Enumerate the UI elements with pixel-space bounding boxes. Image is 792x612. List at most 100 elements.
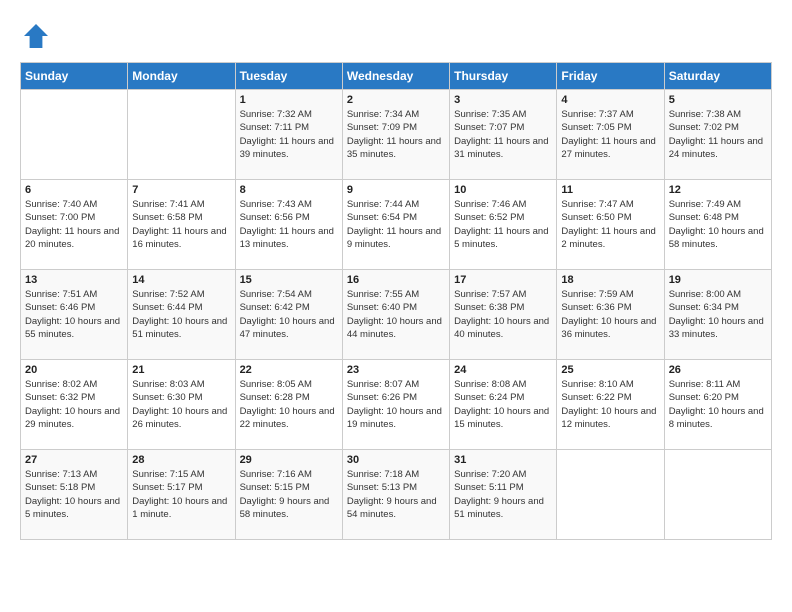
calendar-cell: 29 Sunrise: 7:16 AMSunset: 5:15 PMDayligh… <box>235 450 342 540</box>
calendar-cell: 30Sunrise: 7:18 AMSunset: 5:13 PMDayligh… <box>342 450 449 540</box>
day-number: 12 <box>669 184 767 196</box>
calendar-cell: 5Sunrise: 7:38 AMSunset: 7:02 PMDaylight… <box>664 90 771 180</box>
day-number: 25 <box>561 364 659 376</box>
calendar-cell: 17Sunrise: 7:57 AMSunset: 6:38 PMDayligh… <box>450 270 557 360</box>
logo <box>20 20 56 52</box>
calendar-cell <box>21 90 128 180</box>
day-info: Sunrise: 7:54 AMSunset: 6:42 PMDaylight:… <box>240 288 338 341</box>
calendar-cell: 23 Sunrise: 8:07 AMSunset: 6:26 PMDayligh… <box>342 360 449 450</box>
header-cell-saturday: Saturday <box>664 63 771 90</box>
calendar-cell: 24 Sunrise: 8:08 AMSunset: 6:24 PMDayligh… <box>450 360 557 450</box>
calendar-cell: 26 Sunrise: 8:11 AMSunset: 6:20 PMDayligh… <box>664 360 771 450</box>
day-number: 30 <box>347 454 445 466</box>
calendar-cell: 25Sunrise: 8:10 AMSunset: 6:22 PMDayligh… <box>557 360 664 450</box>
day-info: Sunrise: 7:34 AMSunset: 7:09 PMDaylight:… <box>347 108 445 161</box>
day-number: 1 <box>240 94 338 106</box>
day-number: 23 <box>347 364 445 376</box>
calendar-cell: 16Sunrise: 7:55 AMSunset: 6:40 PMDayligh… <box>342 270 449 360</box>
day-info: Sunrise: 7:37 AMSunset: 7:05 PMDaylight:… <box>561 108 659 161</box>
header-cell-monday: Monday <box>128 63 235 90</box>
day-info: Sunrise: 7:51 AMSunset: 6:46 PMDaylight:… <box>25 288 123 341</box>
page-header <box>20 20 772 52</box>
week-row-1: 6 Sunrise: 7:40 AMSunset: 7:00 PMDaylight… <box>21 180 772 270</box>
calendar-cell: 4 Sunrise: 7:37 AMSunset: 7:05 PMDaylight… <box>557 90 664 180</box>
calendar-cell: 15 Sunrise: 7:54 AMSunset: 6:42 PMDayligh… <box>235 270 342 360</box>
calendar-cell: 19 Sunrise: 8:00 AMSunset: 6:34 PMDayligh… <box>664 270 771 360</box>
calendar-cell: 11 Sunrise: 7:47 AMSunset: 6:50 PMDayligh… <box>557 180 664 270</box>
day-info: Sunrise: 7:49 AMSunset: 6:48 PMDaylight:… <box>669 198 767 251</box>
day-number: 29 <box>240 454 338 466</box>
calendar-header: SundayMondayTuesdayWednesdayThursdayFrid… <box>21 63 772 90</box>
day-number: 17 <box>454 274 552 286</box>
calendar-cell: 10 Sunrise: 7:46 AMSunset: 6:52 PMDayligh… <box>450 180 557 270</box>
day-number: 4 <box>561 94 659 106</box>
day-number: 10 <box>454 184 552 196</box>
day-info: Sunrise: 8:05 AMSunset: 6:28 PMDaylight:… <box>240 378 338 431</box>
calendar-cell <box>128 90 235 180</box>
calendar-cell: 22 Sunrise: 8:05 AMSunset: 6:28 PMDayligh… <box>235 360 342 450</box>
day-info: Sunrise: 7:32 AMSunset: 7:11 PMDaylight:… <box>240 108 338 161</box>
day-number: 14 <box>132 274 230 286</box>
day-number: 2 <box>347 94 445 106</box>
day-info: Sunrise: 7:38 AMSunset: 7:02 PMDaylight:… <box>669 108 767 161</box>
day-info: Sunrise: 7:35 AMSunset: 7:07 PMDaylight:… <box>454 108 552 161</box>
calendar-cell: 3 Sunrise: 7:35 AMSunset: 7:07 PMDaylight… <box>450 90 557 180</box>
day-number: 26 <box>669 364 767 376</box>
day-info: Sunrise: 8:07 AMSunset: 6:26 PMDaylight:… <box>347 378 445 431</box>
day-number: 28 <box>132 454 230 466</box>
day-number: 18 <box>561 274 659 286</box>
day-info: Sunrise: 7:47 AMSunset: 6:50 PMDaylight:… <box>561 198 659 251</box>
week-row-4: 27 Sunrise: 7:13 AMSunset: 5:18 PMDayligh… <box>21 450 772 540</box>
day-number: 3 <box>454 94 552 106</box>
calendar-cell: 6 Sunrise: 7:40 AMSunset: 7:00 PMDaylight… <box>21 180 128 270</box>
week-row-0: 1 Sunrise: 7:32 AMSunset: 7:11 PMDaylight… <box>21 90 772 180</box>
day-number: 6 <box>25 184 123 196</box>
day-info: Sunrise: 7:59 AMSunset: 6:36 PMDaylight:… <box>561 288 659 341</box>
day-number: 15 <box>240 274 338 286</box>
calendar-cell: 12 Sunrise: 7:49 AMSunset: 6:48 PMDayligh… <box>664 180 771 270</box>
week-row-3: 20 Sunrise: 8:02 AMSunset: 6:32 PMDayligh… <box>21 360 772 450</box>
day-number: 13 <box>25 274 123 286</box>
calendar-cell: 21Sunrise: 8:03 AMSunset: 6:30 PMDayligh… <box>128 360 235 450</box>
day-info: Sunrise: 7:13 AMSunset: 5:18 PMDaylight:… <box>25 468 123 521</box>
day-info: Sunrise: 8:08 AMSunset: 6:24 PMDaylight:… <box>454 378 552 431</box>
calendar-cell: 27 Sunrise: 7:13 AMSunset: 5:18 PMDayligh… <box>21 450 128 540</box>
day-number: 8 <box>240 184 338 196</box>
calendar-cell: 9 Sunrise: 7:44 AMSunset: 6:54 PMDaylight… <box>342 180 449 270</box>
header-cell-tuesday: Tuesday <box>235 63 342 90</box>
day-info: Sunrise: 8:11 AMSunset: 6:20 PMDaylight:… <box>669 378 767 431</box>
calendar-cell: 28 Sunrise: 7:15 AMSunset: 5:17 PMDayligh… <box>128 450 235 540</box>
day-number: 27 <box>25 454 123 466</box>
day-number: 11 <box>561 184 659 196</box>
header-cell-wednesday: Wednesday <box>342 63 449 90</box>
day-number: 21 <box>132 364 230 376</box>
calendar-cell: 20 Sunrise: 8:02 AMSunset: 6:32 PMDayligh… <box>21 360 128 450</box>
day-info: Sunrise: 8:00 AMSunset: 6:34 PMDaylight:… <box>669 288 767 341</box>
week-row-2: 13 Sunrise: 7:51 AMSunset: 6:46 PMDayligh… <box>21 270 772 360</box>
day-number: 19 <box>669 274 767 286</box>
day-info: Sunrise: 7:46 AMSunset: 6:52 PMDaylight:… <box>454 198 552 251</box>
calendar-cell: 8Sunrise: 7:43 AMSunset: 6:56 PMDaylight… <box>235 180 342 270</box>
calendar-cell: 2 Sunrise: 7:34 AMSunset: 7:09 PMDaylight… <box>342 90 449 180</box>
header-cell-sunday: Sunday <box>21 63 128 90</box>
day-info: Sunrise: 7:41 AMSunset: 6:58 PMDaylight:… <box>132 198 230 251</box>
calendar-body: 1 Sunrise: 7:32 AMSunset: 7:11 PMDaylight… <box>21 90 772 540</box>
day-info: Sunrise: 7:40 AMSunset: 7:00 PMDaylight:… <box>25 198 123 251</box>
day-info: Sunrise: 7:15 AMSunset: 5:17 PMDaylight:… <box>132 468 230 521</box>
calendar-cell: 18 Sunrise: 7:59 AMSunset: 6:36 PMDayligh… <box>557 270 664 360</box>
calendar-cell <box>557 450 664 540</box>
day-info: Sunrise: 7:16 AMSunset: 5:15 PMDaylight:… <box>240 468 338 521</box>
header-row: SundayMondayTuesdayWednesdayThursdayFrid… <box>21 63 772 90</box>
header-cell-thursday: Thursday <box>450 63 557 90</box>
calendar-cell: 31Sunrise: 7:20 AMSunset: 5:11 PMDayligh… <box>450 450 557 540</box>
day-info: Sunrise: 8:02 AMSunset: 6:32 PMDaylight:… <box>25 378 123 431</box>
day-info: Sunrise: 7:52 AMSunset: 6:44 PMDaylight:… <box>132 288 230 341</box>
day-info: Sunrise: 7:44 AMSunset: 6:54 PMDaylight:… <box>347 198 445 251</box>
day-number: 24 <box>454 364 552 376</box>
calendar-cell: 1 Sunrise: 7:32 AMSunset: 7:11 PMDaylight… <box>235 90 342 180</box>
day-number: 22 <box>240 364 338 376</box>
calendar-cell: 13 Sunrise: 7:51 AMSunset: 6:46 PMDayligh… <box>21 270 128 360</box>
day-number: 9 <box>347 184 445 196</box>
day-number: 16 <box>347 274 445 286</box>
day-number: 20 <box>25 364 123 376</box>
